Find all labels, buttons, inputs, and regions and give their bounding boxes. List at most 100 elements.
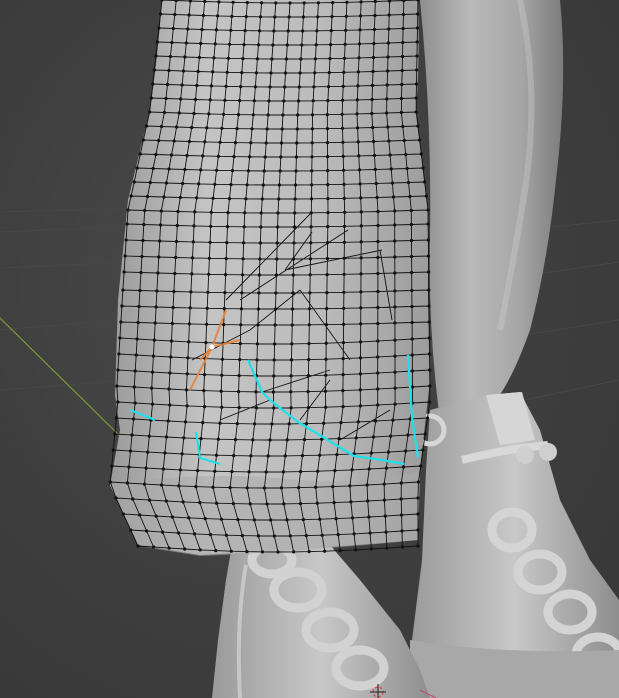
mesh-vertex [160,483,164,487]
mesh-vertex [307,323,311,327]
mesh-vertex [359,272,363,276]
mesh-vertex [386,41,390,45]
trouser-cuff-mesh[interactable] [108,0,432,556]
mesh-vertex [170,515,174,519]
mesh-vertex [325,291,329,295]
mesh-vertex [255,342,259,346]
mesh-vertex [134,353,138,357]
mesh-vertex [400,529,404,533]
mesh-vertex [425,416,430,420]
mesh-vertex [165,82,170,87]
mesh-vertex [341,373,345,377]
mesh-vertex [371,125,375,130]
mesh-vertex [415,68,419,72]
mesh-vertex [203,140,207,144]
mesh-vertex [401,40,405,45]
mesh-vertex [349,500,353,504]
mesh-vertex [147,498,152,502]
mesh-vertex [314,485,318,489]
mesh-vertex [285,438,289,442]
mesh-vertex [129,194,133,198]
mesh-vertex [159,223,163,227]
mesh-vertex [400,54,405,59]
mesh-vertex [162,195,166,199]
mesh-vertex [414,110,418,114]
mesh-vertex [376,355,380,359]
mesh-vertex [147,434,151,438]
mesh-vertex [144,466,148,470]
mesh-vertex [135,166,139,170]
mesh-vertex [414,96,418,100]
mesh-vertex [144,124,149,128]
mesh-vertex [393,354,397,358]
mesh-vertex [313,57,317,61]
mesh-vertex [146,450,150,454]
mesh-vertex [275,241,279,245]
mesh-vertex [211,485,215,489]
mesh-vertex [297,85,301,89]
mesh-vertex [269,71,273,75]
mesh-vertex [238,358,242,362]
x-axis-line [0,317,123,439]
mesh-vertex [270,422,274,426]
mesh-vertex [239,85,243,89]
mesh-vertex [197,182,201,186]
mesh-vertex [275,257,279,261]
mesh-vertex [120,304,124,308]
mesh-vertex [167,167,171,171]
mesh-vertex [401,26,405,31]
mesh-vertex [167,387,171,391]
mesh-vertex [295,127,299,131]
viewport-scene[interactable] [0,0,619,698]
mesh-vertex [388,153,392,157]
mesh-vertex [122,270,126,274]
3d-viewport[interactable] [0,0,619,698]
mesh-vertex [222,112,226,116]
mesh-vertex [271,390,275,394]
boot-right[interactable] [410,392,619,698]
mesh-vertex [371,435,376,439]
mesh-vertex [324,373,328,377]
mesh-vertex [142,222,146,227]
mesh-vertex [286,29,290,33]
mesh-vertex [359,340,363,344]
mesh-vertex [342,196,346,200]
mesh-vertex [142,482,147,486]
character-leg[interactable] [420,0,564,420]
mesh-vertex [177,111,181,115]
mesh-vertex [408,194,412,199]
mesh-vertex [202,389,206,393]
mesh-vertex [208,240,212,244]
mesh-vertex [249,454,253,458]
mesh-vertex [342,56,347,60]
mesh-vertex [179,97,183,101]
mesh-vertex [155,289,159,293]
mesh-vertex [176,209,180,214]
mesh-vertex [409,238,414,243]
mesh-vertex [174,255,178,260]
mesh-vertex [324,341,328,345]
mesh-vertex [338,549,342,553]
mesh-vertex [423,432,427,436]
mesh-vertex [400,82,404,87]
mesh-vertex [399,110,403,115]
mesh-vertex [232,454,236,458]
mesh-vertex [183,55,187,59]
mesh-vertex [161,467,165,471]
mesh-vertex [302,1,306,5]
mesh-vertex [108,480,112,484]
mesh-vertex [163,451,167,455]
mesh-vertex [416,528,420,532]
mesh-vertex [308,273,312,277]
mesh-vertex [371,69,375,74]
mesh-vertex [409,222,413,227]
mesh-vertex [325,307,329,311]
boot-left[interactable] [212,541,430,698]
mesh-vertex [372,41,376,46]
mesh-vertex [359,240,363,244]
mesh-vertex [306,374,310,378]
mesh-vertex [356,140,360,144]
mesh-vertex [386,69,390,73]
mesh-vertex [309,211,313,215]
mesh-vertex [326,183,330,187]
